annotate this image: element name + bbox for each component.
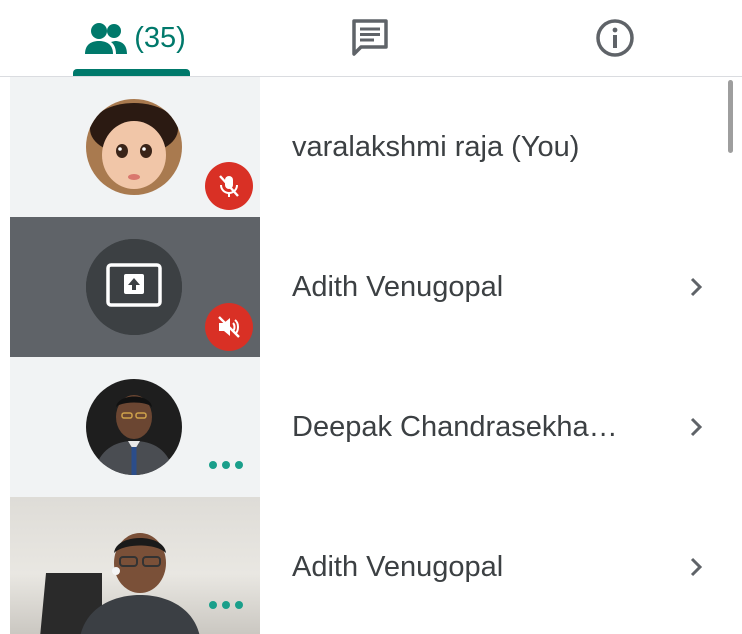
participant-name: Adith Venugopal [292,270,504,303]
participant-row[interactable]: Adith Venugopal [10,217,732,357]
participant-name: varalakshmi raja (You) [292,130,580,163]
volume-off-icon [218,316,240,338]
participant-row[interactable]: Adith Venugopal [10,497,732,634]
more-dots-icon [209,601,243,609]
people-icon [85,23,128,54]
participant-thumbnail [10,357,260,497]
chevron-right-icon[interactable] [682,553,710,581]
participant-name: Deepak Chandrasekha… [292,410,618,443]
avatar [86,379,182,475]
active-tab-indicator [73,69,190,76]
participant-list[interactable]: varalakshmi raja (You) Adith Venugopal D… [10,77,732,634]
chat-icon [352,19,388,56]
chevron-right-icon[interactable] [682,273,710,301]
more-dots-icon [209,461,243,469]
participant-row[interactable]: varalakshmi raja (You) [10,77,732,217]
tab-info[interactable] [545,0,685,76]
mic-off-icon [219,175,239,197]
participant-count: (35) [134,21,186,54]
participant-tabs: (35) [0,0,742,77]
participant-name: Adith Venugopal [292,550,504,583]
info-icon [596,19,634,57]
participant-thumbnail [10,77,260,217]
tab-people[interactable]: (35) [60,0,210,76]
tab-chat[interactable] [300,0,440,76]
avatar [86,99,182,195]
volume-off-badge [205,303,253,351]
participant-thumbnail [10,217,260,357]
participant-thumbnail [10,497,260,634]
chevron-right-icon[interactable] [682,413,710,441]
avatar [86,239,182,335]
participant-video [40,533,200,634]
mic-off-badge [205,162,253,210]
participant-row[interactable]: Deepak Chandrasekha… [10,357,732,497]
scrollbar[interactable] [728,80,733,153]
